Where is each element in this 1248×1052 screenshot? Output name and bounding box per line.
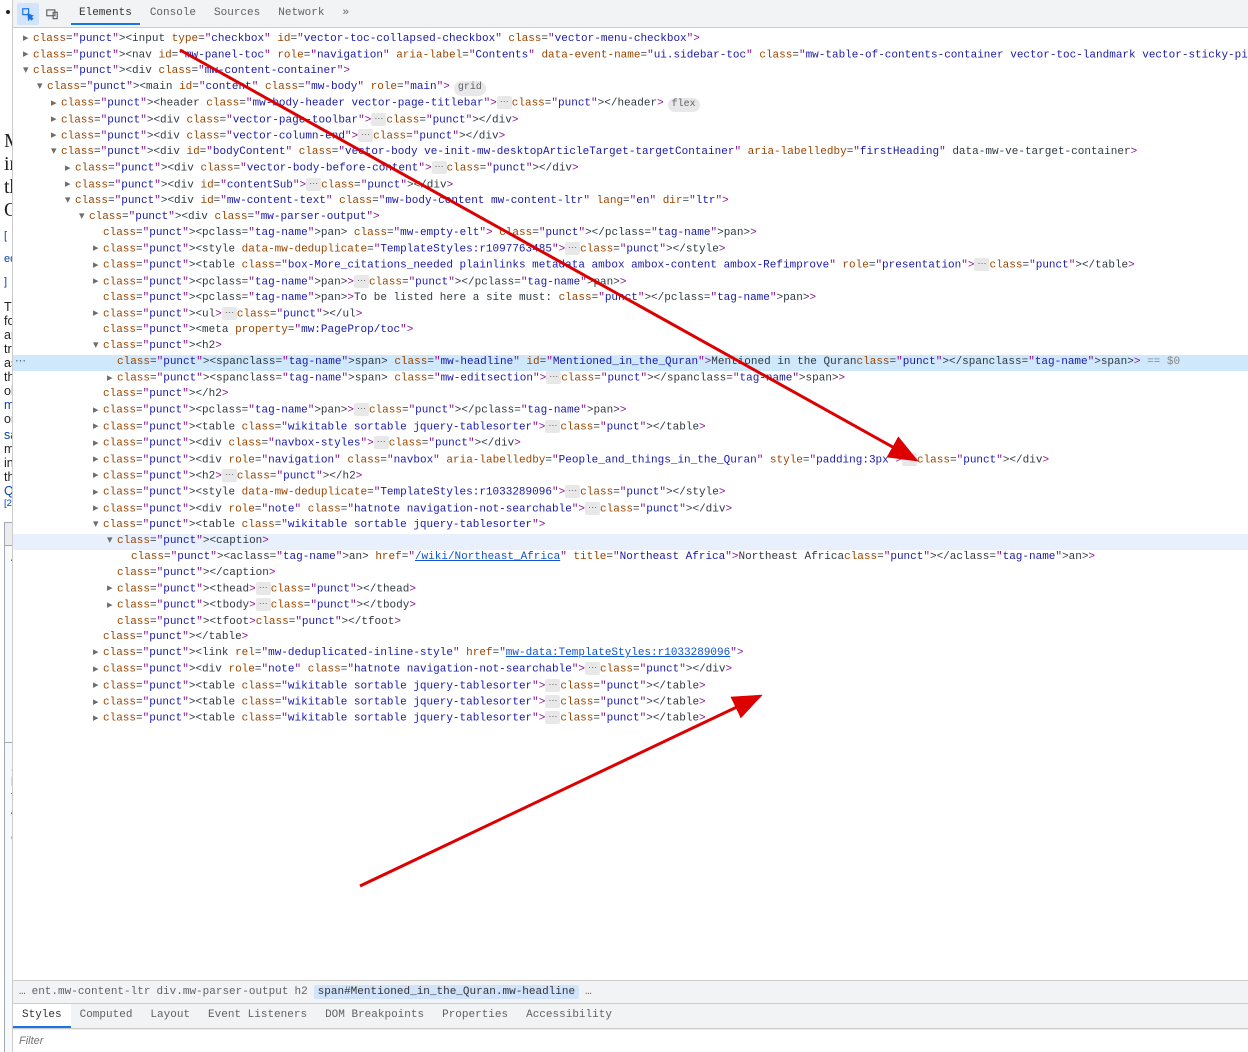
dom-node[interactable]: ▸class="punct"><div role="note" class="h… — [13, 662, 1248, 678]
dom-node[interactable]: ▸class="punct"><table class="wikitable s… — [13, 420, 1248, 436]
breadcrumb[interactable]: … ent.mw-content-ltr div.mw-parser-outpu… — [13, 980, 1248, 1003]
dom-node[interactable]: class="punct"><tfoot>class="punct"></tfo… — [13, 615, 1248, 631]
link-mosques[interactable]: mosques — [4, 398, 13, 412]
dom-node[interactable]: ▾class="punct"><h2> — [13, 339, 1248, 355]
tab-styles[interactable]: Styles — [13, 1004, 71, 1028]
crumb[interactable]: div.mw-parser-output — [156, 986, 288, 998]
intro-text: The following are treated as the oldest — [4, 300, 13, 398]
styles-tabs: Styles Computed Layout Event Listeners D… — [13, 1003, 1248, 1029]
styles-filter-bar: :hov .cls + ▭ ⋮ — [13, 1029, 1248, 1052]
heading-text: Mentioned in the Quran — [4, 130, 13, 221]
dom-node[interactable]: ▸class="punct"><div id="contentSub">⋯cla… — [13, 178, 1248, 194]
devtools-pane: Elements Console Sources Network » 53 2 … — [13, 0, 1248, 1052]
dom-node[interactable]: ▸class="punct"><style data-mw-deduplicat… — [13, 485, 1248, 501]
dom-node[interactable]: ▸class="punct"><pclass="tag-name">pan>>⋯… — [13, 403, 1248, 419]
link-sanctuaries[interactable]: sanctuaries — [4, 428, 13, 442]
dom-node[interactable]: ▸class="punct"><div role="navigation" cl… — [13, 453, 1248, 469]
dom-node[interactable]: ▸class="punct"><pclass="tag-name">pan>>⋯… — [13, 275, 1248, 291]
content-pane: be the oldest congregation of its type (… — [0, 0, 13, 1052]
tab-properties[interactable]: Properties — [433, 1004, 517, 1028]
dom-node[interactable]: class="punct"><pclass="tag-name">pan>>To… — [13, 291, 1248, 307]
dom-node[interactable]: ▸class="punct"><thead>⋯class="punct"></t… — [13, 582, 1248, 598]
dom-node[interactable]: class="punct"><aclass="tag-name">an> hre… — [13, 550, 1248, 566]
quran-table: Building Image Location Country First bu… — [4, 522, 13, 1052]
table-row: Al-Haram MosqueMeccaSaudi ArabiaUnknown,… — [5, 546, 14, 743]
dom-node[interactable]: class="punct"><meta property="mw:PagePro… — [13, 323, 1248, 339]
tab-more[interactable]: » — [334, 3, 357, 25]
intro-text: mentioned in the — [4, 442, 13, 484]
tab-accessibility[interactable]: Accessibility — [517, 1004, 621, 1028]
dom-node[interactable]: ▸class="punct"><link rel="mw-deduplicate… — [13, 646, 1248, 662]
dom-node[interactable]: ▸class="punct"><div class="vector-page-t… — [13, 113, 1248, 129]
dom-node[interactable]: ▾class="punct"><div class="mw-content-co… — [13, 64, 1248, 80]
dom-node[interactable]: ▾class="punct"><caption> — [13, 534, 1248, 550]
dom-node[interactable]: ▸class="punct"><table class="box-More_ci… — [13, 258, 1248, 274]
ref[interactable]: [2] — [4, 498, 13, 509]
dom-node[interactable]: ▸class="punct"><style data-mw-deduplicat… — [13, 242, 1248, 258]
dom-node[interactable]: ▸class="punct"><div class="navbox-styles… — [13, 436, 1248, 452]
link-quran[interactable]: Quran — [4, 484, 13, 498]
dom-node[interactable]: class="punct"><spanclass="tag-name">span… — [13, 355, 1248, 371]
dom-node[interactable]: ▸class="punct"><table class="wikitable s… — [13, 695, 1248, 711]
dom-node[interactable]: ▾class="punct"><main id="content" class=… — [13, 80, 1248, 96]
crumb-selected[interactable]: span#Mentioned_in_the_Quran.mw-headline — [318, 986, 575, 998]
tab-elements[interactable]: Elements — [71, 3, 140, 25]
dom-node[interactable]: class="punct"><pclass="tag-name">pan> cl… — [13, 226, 1248, 242]
tab-sources[interactable]: Sources — [206, 3, 268, 25]
dom-node[interactable]: ▾class="punct"><table class="wikitable s… — [13, 518, 1248, 534]
dom-node[interactable]: class="punct"></table> — [13, 630, 1248, 646]
dom-node[interactable]: ▾class="punct"><div id="bodyContent" cla… — [13, 145, 1248, 161]
crumb[interactable]: h2 — [294, 986, 307, 998]
tab-console[interactable]: Console — [142, 3, 204, 25]
edit-link[interactable]: [ edit ] — [4, 230, 13, 288]
devtools-tabs: Elements Console Sources Network » — [71, 3, 357, 25]
dom-node[interactable]: ▸class="punct"><nav id="mw-panel-toc" ro… — [13, 48, 1248, 64]
dom-tree[interactable]: ▸class="punct"><input type="checkbox" id… — [13, 28, 1248, 980]
col-building[interactable]: Building — [5, 523, 14, 546]
crumb[interactable]: ent.mw-content-ltr — [32, 986, 151, 998]
dom-node[interactable]: ▸class="punct"><tbody>⋯class="punct"></t… — [13, 598, 1248, 614]
dom-node[interactable]: ▸class="punct"><header class="mw-body-he… — [13, 96, 1248, 112]
dom-node[interactable]: class="punct"></caption> — [13, 566, 1248, 582]
dom-node[interactable]: ▸class="punct"><spanclass="tag-name">spa… — [13, 371, 1248, 387]
crumb-ellipsis[interactable]: … — [19, 986, 26, 998]
intro-text: or — [4, 412, 13, 426]
dom-node[interactable]: ▸class="punct"><table class="wikitable s… — [13, 679, 1248, 695]
table-row: Haram al-Sharif, also known as the Al-Aq… — [5, 743, 14, 1052]
table-head-row: Building Image Location Country First bu… — [5, 523, 14, 546]
tab-eventlisteners[interactable]: Event Listeners — [199, 1004, 316, 1028]
dom-node[interactable]: ▾class="punct"><div id="mw-content-text"… — [13, 194, 1248, 210]
dom-node[interactable]: class="punct"></h2> — [13, 387, 1248, 403]
dom-node[interactable]: ▸class="punct"><input type="checkbox" id… — [13, 32, 1248, 48]
inspect-icon[interactable] — [17, 3, 39, 25]
crumb-ellipsis[interactable]: … — [585, 986, 592, 998]
device-icon[interactable] — [41, 3, 63, 25]
dom-node[interactable]: ▾class="punct"><div class="mw-parser-out… — [13, 210, 1248, 226]
tab-dombreakpoints[interactable]: DOM Breakpoints — [316, 1004, 433, 1028]
dom-node[interactable]: ▸class="punct"><table class="wikitable s… — [13, 711, 1248, 727]
dom-node[interactable]: ▸class="punct"><h2>⋯class="punct"></h2> — [13, 469, 1248, 485]
dom-node[interactable]: ▸class="punct"><ul>⋯class="punct"></ul> — [13, 307, 1248, 323]
tab-computed[interactable]: Computed — [71, 1004, 142, 1028]
dom-node[interactable]: ▸class="punct"><div class="vector-column… — [13, 129, 1248, 145]
dom-node[interactable]: ▸class="punct"><div role="note" class="h… — [13, 502, 1248, 518]
tab-network[interactable]: Network — [270, 3, 332, 25]
tab-layout[interactable]: Layout — [141, 1004, 199, 1028]
dom-node[interactable]: ▸class="punct"><div class="vector-body-b… — [13, 161, 1248, 177]
styles-filter-input[interactable] — [19, 1035, 1248, 1047]
devtools-toolbar: Elements Console Sources Network » 53 2 … — [13, 0, 1248, 28]
